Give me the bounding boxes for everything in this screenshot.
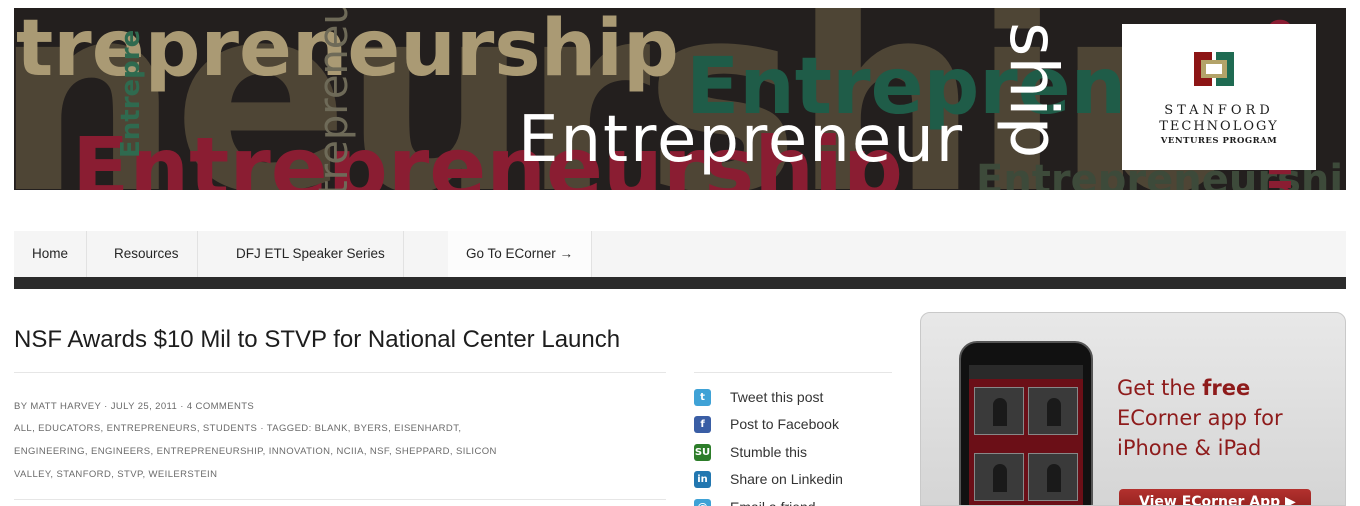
post-divider-top <box>14 372 666 373</box>
share-facebook-label: Post to Facebook <box>730 416 839 432</box>
nav-item-resources[interactable]: Resources <box>96 231 198 277</box>
video-thumbnail <box>974 387 1024 435</box>
share-stumbleupon-label: Stumble this <box>730 444 808 460</box>
promo-line-1-bold: free <box>1202 376 1251 400</box>
banner-title-suffix: ship <box>995 22 1072 159</box>
facebook-icon: f <box>694 416 711 433</box>
stvp-logo-mark-icon <box>1194 52 1234 86</box>
logo-line-3: VENTURES PROGRAM <box>1160 136 1278 146</box>
share-divider <box>694 372 892 373</box>
email-icon: @ <box>694 499 711 506</box>
phone-app-toolbar <box>969 365 1083 379</box>
header-banner: neurship trepreneurship Entrepren Entrep… <box>14 8 1346 190</box>
post-divider-bottom <box>14 499 666 500</box>
post-tags-line-3[interactable]: VALLEY, STANFORD, STVP, WEILERSTEIN <box>14 470 217 480</box>
share-linkedin-label: Share on Linkedin <box>730 471 843 487</box>
nav-item-dfj-etl-speaker-series[interactable]: DFJ ETL Speaker Series <box>218 231 404 277</box>
twitter-icon: t <box>694 389 711 406</box>
stvp-logo[interactable]: STANFORD TECHNOLOGY VENTURES PROGRAM <box>1122 24 1316 170</box>
post-tags-line-2[interactable]: ENGINEERING, ENGINEERS, ENTREPRENEURSHIP… <box>14 447 497 457</box>
logo-line-1: STANFORD <box>1164 103 1274 118</box>
nav-item-home[interactable]: Home <box>14 231 88 277</box>
promo-line-3: iPhone & iPad <box>1117 436 1262 460</box>
linkedin-icon: in <box>694 471 711 488</box>
promo-line-2: ECorner app for <box>1117 406 1283 430</box>
share-email-label: Email a friend <box>730 497 816 506</box>
promo-headline: Get the free ECorner app for iPhone & iP… <box>1117 373 1337 463</box>
phone-screen <box>969 365 1083 505</box>
nav-item-go-to-ecorner[interactable]: Go To ECorner → <box>448 231 593 277</box>
post-byline[interactable]: BY MATT HARVEY · JULY 25, 2011 · 4 COMME… <box>14 402 254 412</box>
post-title[interactable]: NSF Awards $10 Mil to STVP for National … <box>14 326 620 354</box>
post-tags-line-1[interactable]: ALL, EDUCATORS, ENTREPRENEURS, STUDENTS … <box>14 424 461 434</box>
video-thumbnail <box>1028 387 1078 435</box>
view-ecorner-app-button[interactable]: View ECorner App ▶ <box>1119 489 1311 505</box>
video-thumbnail <box>1028 453 1078 501</box>
stumbleupon-icon: SU <box>694 444 711 461</box>
banner-bg-word-vertical-2: trepreneu <box>311 8 357 190</box>
banner-bg-word-vertical-1: Entrepre <box>116 29 146 158</box>
main-nav: Home Resources DFJ ETL Speaker Series Go… <box>14 231 1346 277</box>
promo-line-1-prefix: Get the <box>1117 376 1203 400</box>
iphone-image <box>959 341 1093 505</box>
logo-line-2: TECHNOLOGY <box>1159 119 1279 134</box>
nav-divider-bar <box>14 277 1346 289</box>
ecorner-app-promo[interactable]: Get the free ECorner app for iPhone & iP… <box>920 312 1346 506</box>
video-thumbnail <box>974 453 1024 501</box>
banner-title: Entrepreneur <box>518 103 965 177</box>
share-twitter-label: Tweet this post <box>730 389 824 405</box>
